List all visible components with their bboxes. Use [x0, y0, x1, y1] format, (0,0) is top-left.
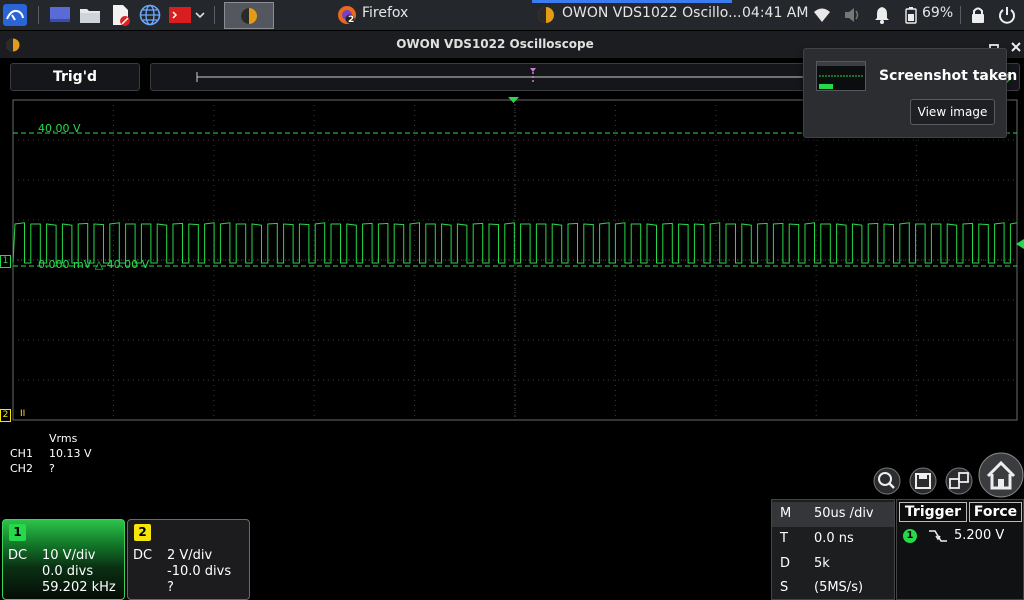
- oscilloscope-launcher-icon[interactable]: [224, 2, 274, 29]
- measurement-ch2-value: ?: [49, 462, 55, 475]
- firefox-badge: 2: [348, 15, 355, 25]
- ch1-offset: 0.0 divs: [42, 564, 94, 579]
- lock-screen-icon[interactable]: [968, 4, 988, 26]
- measurement-ch2-label: CH2: [10, 462, 33, 475]
- ch1-badge: 1: [9, 524, 26, 541]
- waveform-svg: [12, 97, 1024, 421]
- ch2-trace: II: [20, 409, 26, 419]
- firefox-icon[interactable]: [336, 4, 358, 26]
- text-editor-icon[interactable]: [108, 4, 132, 26]
- swap-window-icon[interactable]: [942, 466, 976, 496]
- zoom-home-icon[interactable]: [870, 466, 904, 496]
- view-image-button[interactable]: View image: [910, 99, 995, 125]
- show-desktop-icon[interactable]: [48, 4, 72, 26]
- trigger-level: 5.200 V: [954, 528, 1005, 543]
- trigger-time-value: 0.0 ns: [814, 531, 854, 546]
- volume-muted-icon[interactable]: [842, 4, 862, 26]
- close-icon[interactable]: [1010, 38, 1022, 52]
- battery-percent[interactable]: 69%: [922, 5, 953, 21]
- ch2-offset: -10.0 divs: [167, 564, 232, 579]
- save-icon[interactable]: [906, 466, 940, 496]
- trigger-panel[interactable]: Trigger Force 1 5.200 V: [896, 499, 1024, 600]
- taskbar-active-window-label[interactable]: OWON VDS1022 Oscillo...: [562, 5, 741, 21]
- power-icon[interactable]: [996, 4, 1018, 26]
- battery-icon[interactable]: [902, 4, 920, 26]
- measurement-ch1-label: CH1: [10, 447, 33, 460]
- sample-rate-key: S: [780, 580, 789, 595]
- channel-2-panel[interactable]: 2 DC 2 V/div -10.0 divs ?: [127, 519, 250, 600]
- waveform-display[interactable]: 40.00 V 0.000 mV △ 40.00 V 1 2 II: [0, 95, 1024, 425]
- measurement-ch1-value: 10.13 V: [49, 447, 92, 460]
- trigger-time-row[interactable]: T 0.0 ns: [772, 527, 894, 552]
- timebase-value: 50us /div: [814, 506, 874, 521]
- ch2-coupling: DC: [133, 548, 153, 563]
- falling-edge-icon: [927, 528, 949, 544]
- chevron-down-icon[interactable]: [194, 4, 206, 26]
- notification-title: Screenshot taken: [879, 68, 1018, 84]
- ch1-frequency: 59.202 kHz: [42, 580, 116, 595]
- taskbar-firefox-label[interactable]: Firefox: [362, 5, 408, 21]
- oscilloscope-app-icon[interactable]: [536, 4, 556, 26]
- channel-1-panel[interactable]: 1 DC 10 V/div 0.0 divs 59.202 kHz: [2, 519, 125, 600]
- cursor-label: 0.000 mV △ 40.00 V: [38, 258, 150, 271]
- taskbar: 2 Firefox OWON VDS1022 Oscillo... 04:41 …: [0, 0, 1024, 30]
- file-manager-icon[interactable]: [78, 4, 102, 26]
- ch1-level-marker[interactable]: 1: [0, 255, 11, 268]
- horizontal-panel[interactable]: M 50us /div T 0.0 ns D 5k S (5MS/s): [771, 499, 895, 600]
- home-icon[interactable]: [978, 452, 1024, 498]
- screenshot-notification[interactable]: Screenshot taken View image: [803, 48, 1017, 138]
- wifi-icon[interactable]: [812, 4, 832, 26]
- active-window-indicator: [532, 0, 732, 3]
- clock[interactable]: 04:41 AM: [742, 5, 808, 21]
- trigger-time-key: T: [780, 531, 788, 546]
- trigger-button[interactable]: Trigger: [899, 502, 967, 522]
- browser-globe-icon[interactable]: [138, 4, 162, 26]
- force-button[interactable]: Force: [969, 502, 1022, 522]
- ch2-badge: 2: [134, 524, 151, 541]
- ch2-level-marker[interactable]: 2: [0, 409, 11, 422]
- timebase-row[interactable]: M 50us /div: [772, 502, 894, 527]
- depth-key: D: [780, 556, 791, 571]
- sample-rate-value: (5MS/s): [814, 580, 864, 595]
- ch2-volts-div: 2 V/div: [167, 548, 213, 563]
- sample-rate-row[interactable]: S (5MS/s): [772, 576, 894, 600]
- ch2-frequency: ?: [167, 580, 174, 595]
- ch1-volts-div: 10 V/div: [42, 548, 96, 563]
- ch1-coupling: DC: [8, 548, 28, 563]
- trigger-channel-badge: 1: [903, 529, 917, 543]
- trigger-status: Trig'd: [10, 63, 140, 91]
- app-menu-icon[interactable]: [2, 4, 28, 26]
- notification-bell-icon[interactable]: [872, 4, 892, 26]
- depth-row[interactable]: D 5k: [772, 552, 894, 577]
- timebase-key: M: [780, 506, 792, 521]
- depth-value: 5k: [814, 556, 830, 571]
- reference-level-label: 40.00 V: [38, 122, 81, 135]
- terminal-icon[interactable]: [167, 4, 193, 26]
- measurement-header: Vrms: [49, 432, 78, 445]
- screenshot-thumbnail: [816, 61, 866, 91]
